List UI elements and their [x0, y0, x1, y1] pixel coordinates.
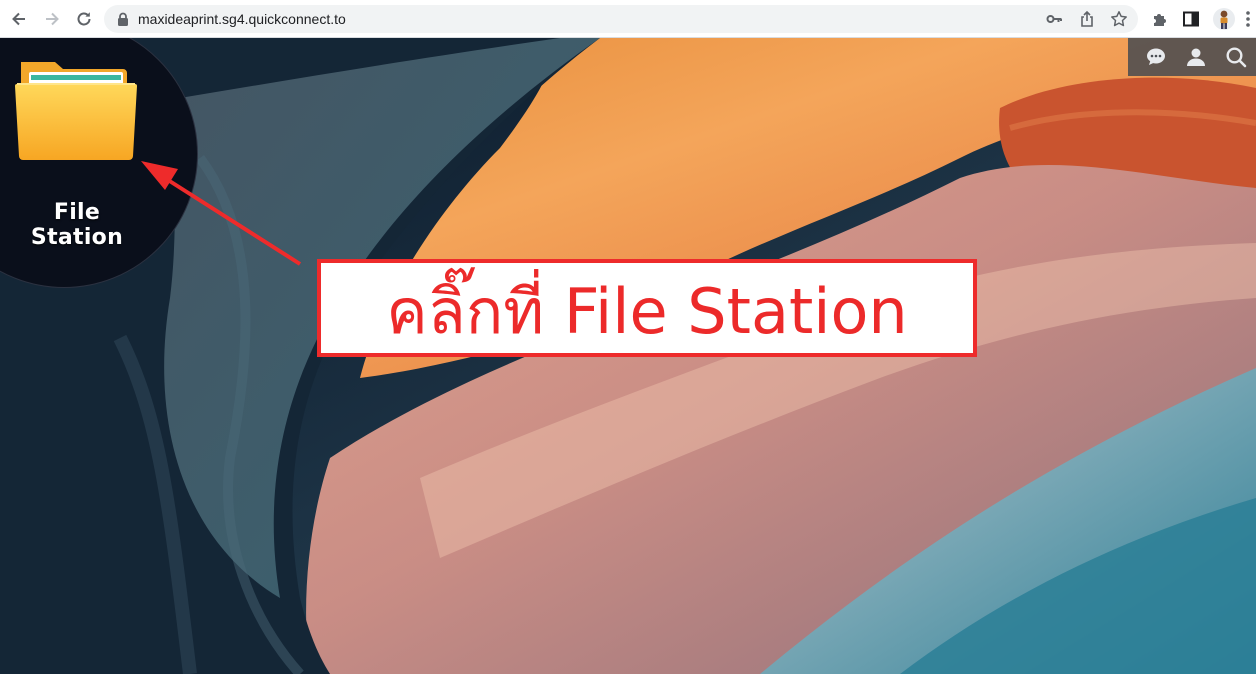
browser-toolbar: maxideaprint.sg4.quickconnect.to — [0, 0, 1256, 38]
extensions-icon[interactable] — [1151, 10, 1169, 28]
annotation-callout: คลิ๊กที่ File Station — [317, 259, 977, 357]
callout-text: คลิ๊กที่ File Station — [386, 275, 908, 348]
profile-avatar[interactable] — [1213, 8, 1235, 30]
star-icon[interactable] — [1110, 10, 1128, 28]
file-station-app[interactable]: File Station — [6, 52, 148, 250]
user-icon[interactable] — [1185, 46, 1207, 68]
folder-icon[interactable] — [15, 56, 137, 162]
search-icon[interactable] — [1225, 46, 1247, 68]
sidepanel-icon[interactable] — [1182, 10, 1200, 28]
share-icon[interactable] — [1078, 10, 1096, 28]
desktop-tray — [1128, 38, 1256, 76]
menu-icon[interactable] — [1244, 10, 1252, 28]
forward-icon[interactable] — [42, 9, 62, 29]
nas-desktop[interactable]: File Station คลิ๊กที่ File Station — [0, 38, 1256, 674]
address-bar[interactable]: maxideaprint.sg4.quickconnect.to — [104, 5, 1138, 33]
back-icon[interactable] — [9, 9, 29, 29]
key-icon[interactable] — [1045, 10, 1063, 28]
lock-icon[interactable] — [117, 12, 129, 26]
url-text[interactable]: maxideaprint.sg4.quickconnect.to — [138, 11, 346, 27]
reload-icon[interactable] — [74, 9, 94, 29]
chat-icon[interactable] — [1145, 46, 1167, 68]
app-label[interactable]: File Station — [6, 200, 148, 250]
